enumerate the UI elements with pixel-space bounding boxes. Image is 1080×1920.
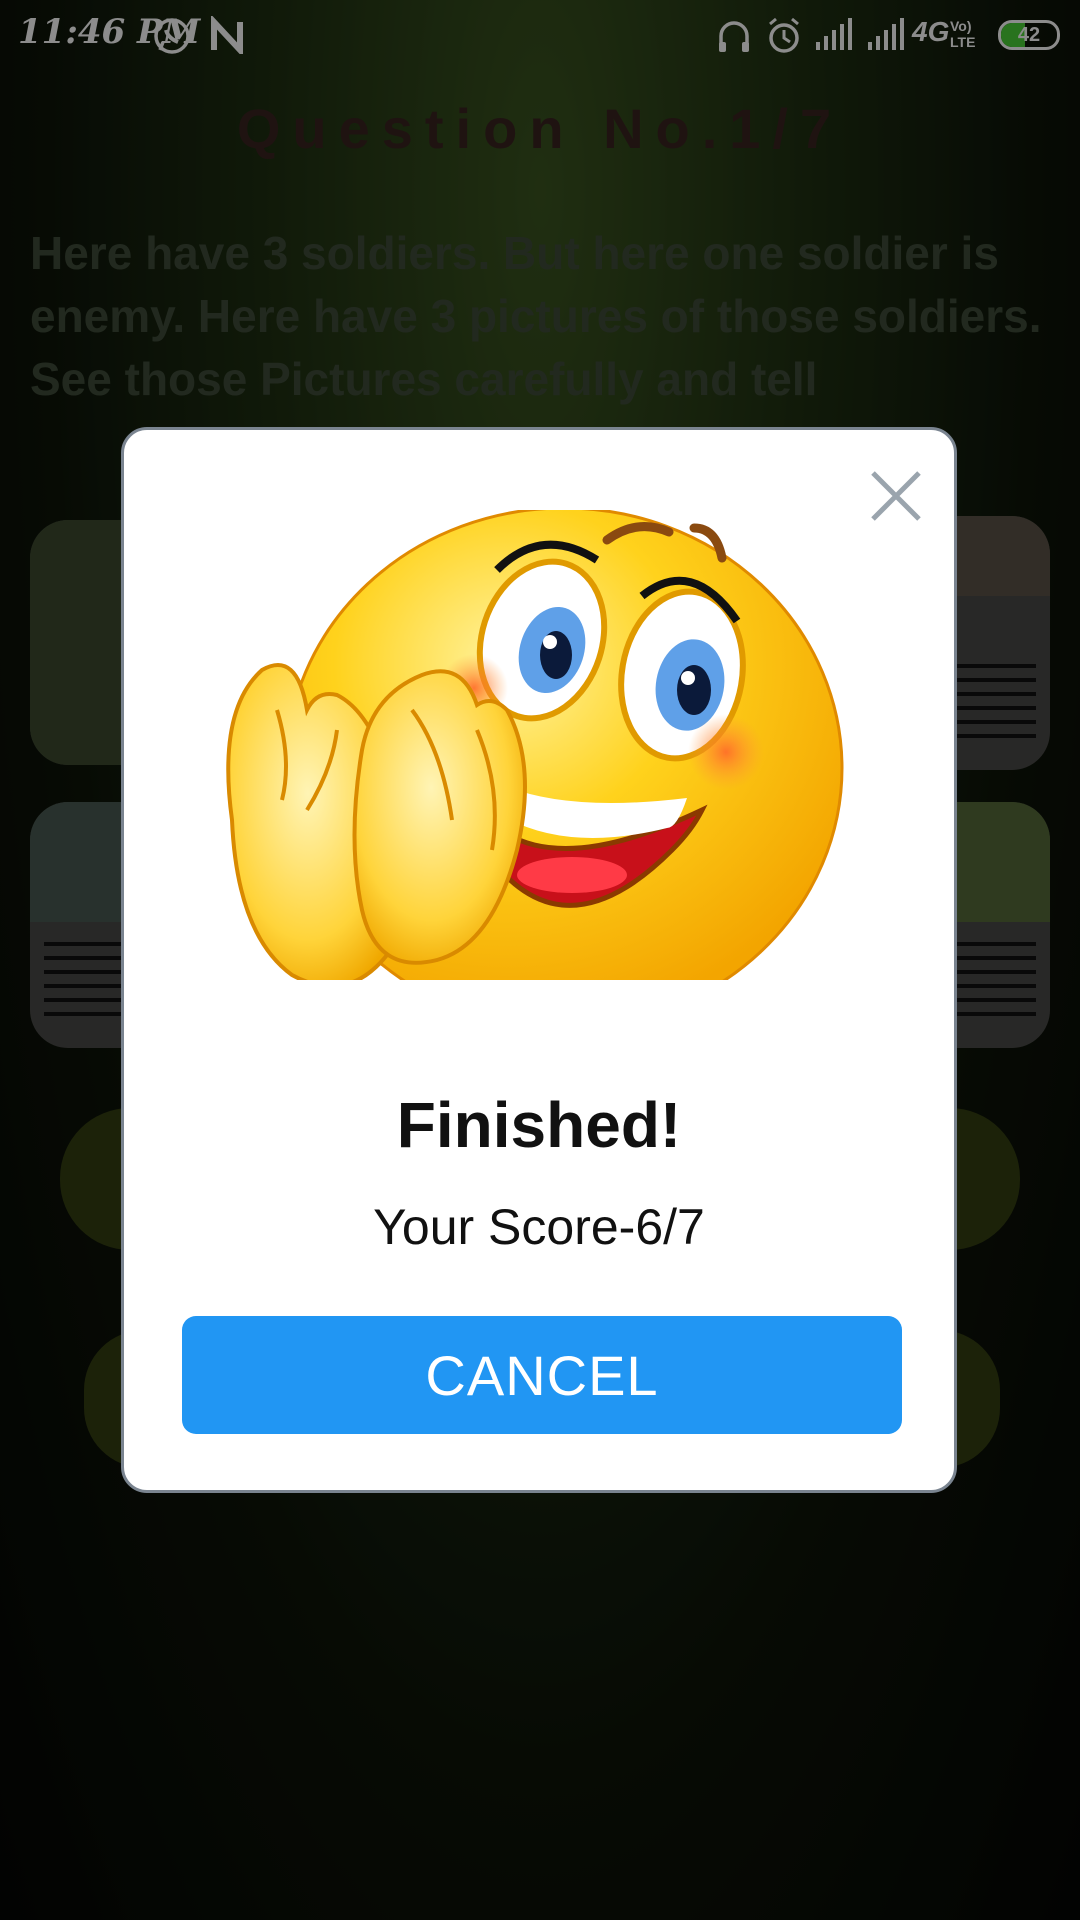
dialog-title: Finished!	[396, 1089, 682, 1161]
clapping-smiley-icon	[226, 510, 844, 980]
cancel-button[interactable]: CANCEL	[182, 1316, 902, 1434]
close-icon[interactable]	[865, 465, 927, 527]
result-dialog: Finished! Your Score-6/7 CANCEL	[121, 427, 957, 1493]
score-text: Your Score-6/7	[373, 1199, 705, 1255]
